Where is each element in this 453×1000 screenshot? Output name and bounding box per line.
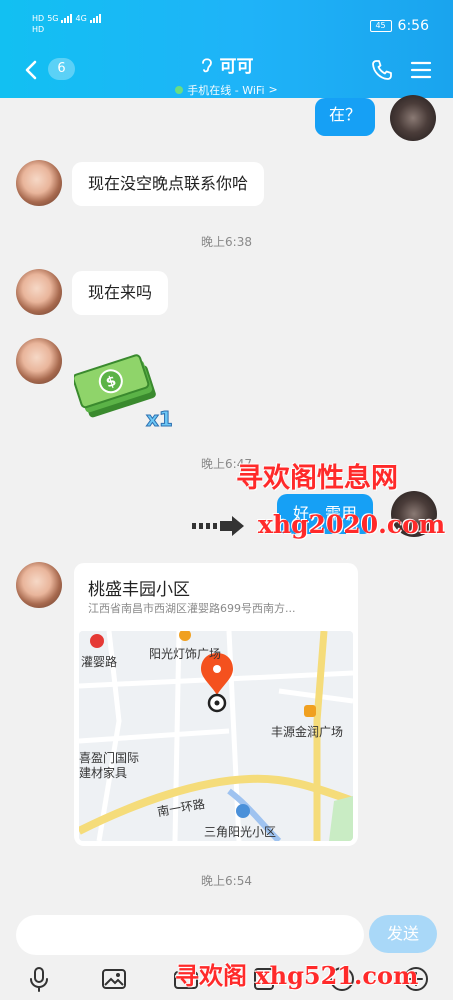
online-status-text: 手机在线 - WiFi: [187, 83, 265, 97]
ear-icon: [201, 57, 212, 72]
chevron-right-icon: >: [268, 83, 278, 96]
map-poi-icon: [236, 804, 250, 818]
image-icon[interactable]: [100, 965, 128, 993]
menu-icon[interactable]: [408, 58, 434, 82]
contact-title[interactable]: 可可: [200, 52, 254, 77]
online-status[interactable]: 手机在线 - WiFi >: [175, 82, 278, 98]
status-bar-signal: HD 5G 4G HD: [32, 14, 101, 34]
message-timestamp: 晚上6:38: [201, 235, 252, 249]
map-label: 三角阳光小区: [204, 825, 277, 839]
microphone-icon[interactable]: [25, 965, 53, 993]
hd-label: HD: [32, 14, 45, 23]
phone-icon[interactable]: [369, 58, 395, 82]
watermark-arrow-icon: [192, 516, 244, 536]
map-poi-icon: [90, 634, 104, 648]
map-poi-icon: [304, 705, 316, 717]
location-title: 桃盛丰园小区: [88, 580, 190, 600]
money-sticker[interactable]: $ x1: [74, 352, 178, 432]
contact-avatar[interactable]: [16, 160, 62, 206]
location-address: 江西省南昌市西湖区灌婴路699号西南方...: [88, 602, 296, 615]
contact-avatar[interactable]: [16, 338, 62, 384]
location-card[interactable]: 桃盛丰园小区 江西省南昌市西湖区灌婴路699号西南方... 灌婴路 阳光灯饰广场…: [74, 563, 358, 846]
network-label-2: 4G: [75, 14, 87, 23]
map-label: 喜盈门国际 建材家具: [79, 751, 140, 780]
online-dot-icon: [175, 85, 184, 94]
message-input[interactable]: [16, 915, 364, 955]
contact-message-bubble[interactable]: 现在没空晚点联系你哈: [72, 162, 265, 206]
contact-avatar[interactable]: [16, 562, 62, 608]
battery-icon: 45: [369, 20, 392, 32]
signal-icon: [61, 14, 73, 23]
map-label: 丰源金润广场: [271, 725, 344, 739]
status-bar-right: 45 6:56: [369, 18, 429, 34]
contact-message-bubble[interactable]: 现在来吗: [72, 271, 169, 315]
send-button[interactable]: 发送: [369, 915, 437, 953]
location-map[interactable]: 灌婴路 阳光灯饰广场 丰源金润广场 喜盈门国际 建材家具 南一环路 三角阳光小区: [79, 631, 353, 841]
watermark-bottom: 寻欢阁 xhg521.com: [175, 961, 419, 990]
contact-avatar[interactable]: [16, 269, 62, 315]
signal-icon-2: [89, 14, 101, 23]
watermark-url: xhg2020.com: [258, 510, 446, 539]
contact-name: 可可: [219, 57, 254, 77]
hd-label-2: HD: [32, 25, 45, 34]
chat-header: HD 5G 4G HD 45 6:56 6 可可 手机在线 - WiFi >: [0, 0, 453, 98]
watermark-title: 寻欢阁性息网: [236, 463, 398, 494]
message-timestamp: 晚上6:54: [201, 874, 252, 888]
map-label: 阳光灯饰广场: [149, 647, 222, 661]
my-avatar[interactable]: [390, 95, 436, 141]
map-label: 灌婴路: [81, 655, 118, 669]
clock: 6:56: [397, 18, 429, 34]
my-message-bubble[interactable]: 在？: [315, 98, 376, 136]
network-label: 5G: [47, 14, 59, 23]
sticker-count: x1: [146, 407, 173, 431]
